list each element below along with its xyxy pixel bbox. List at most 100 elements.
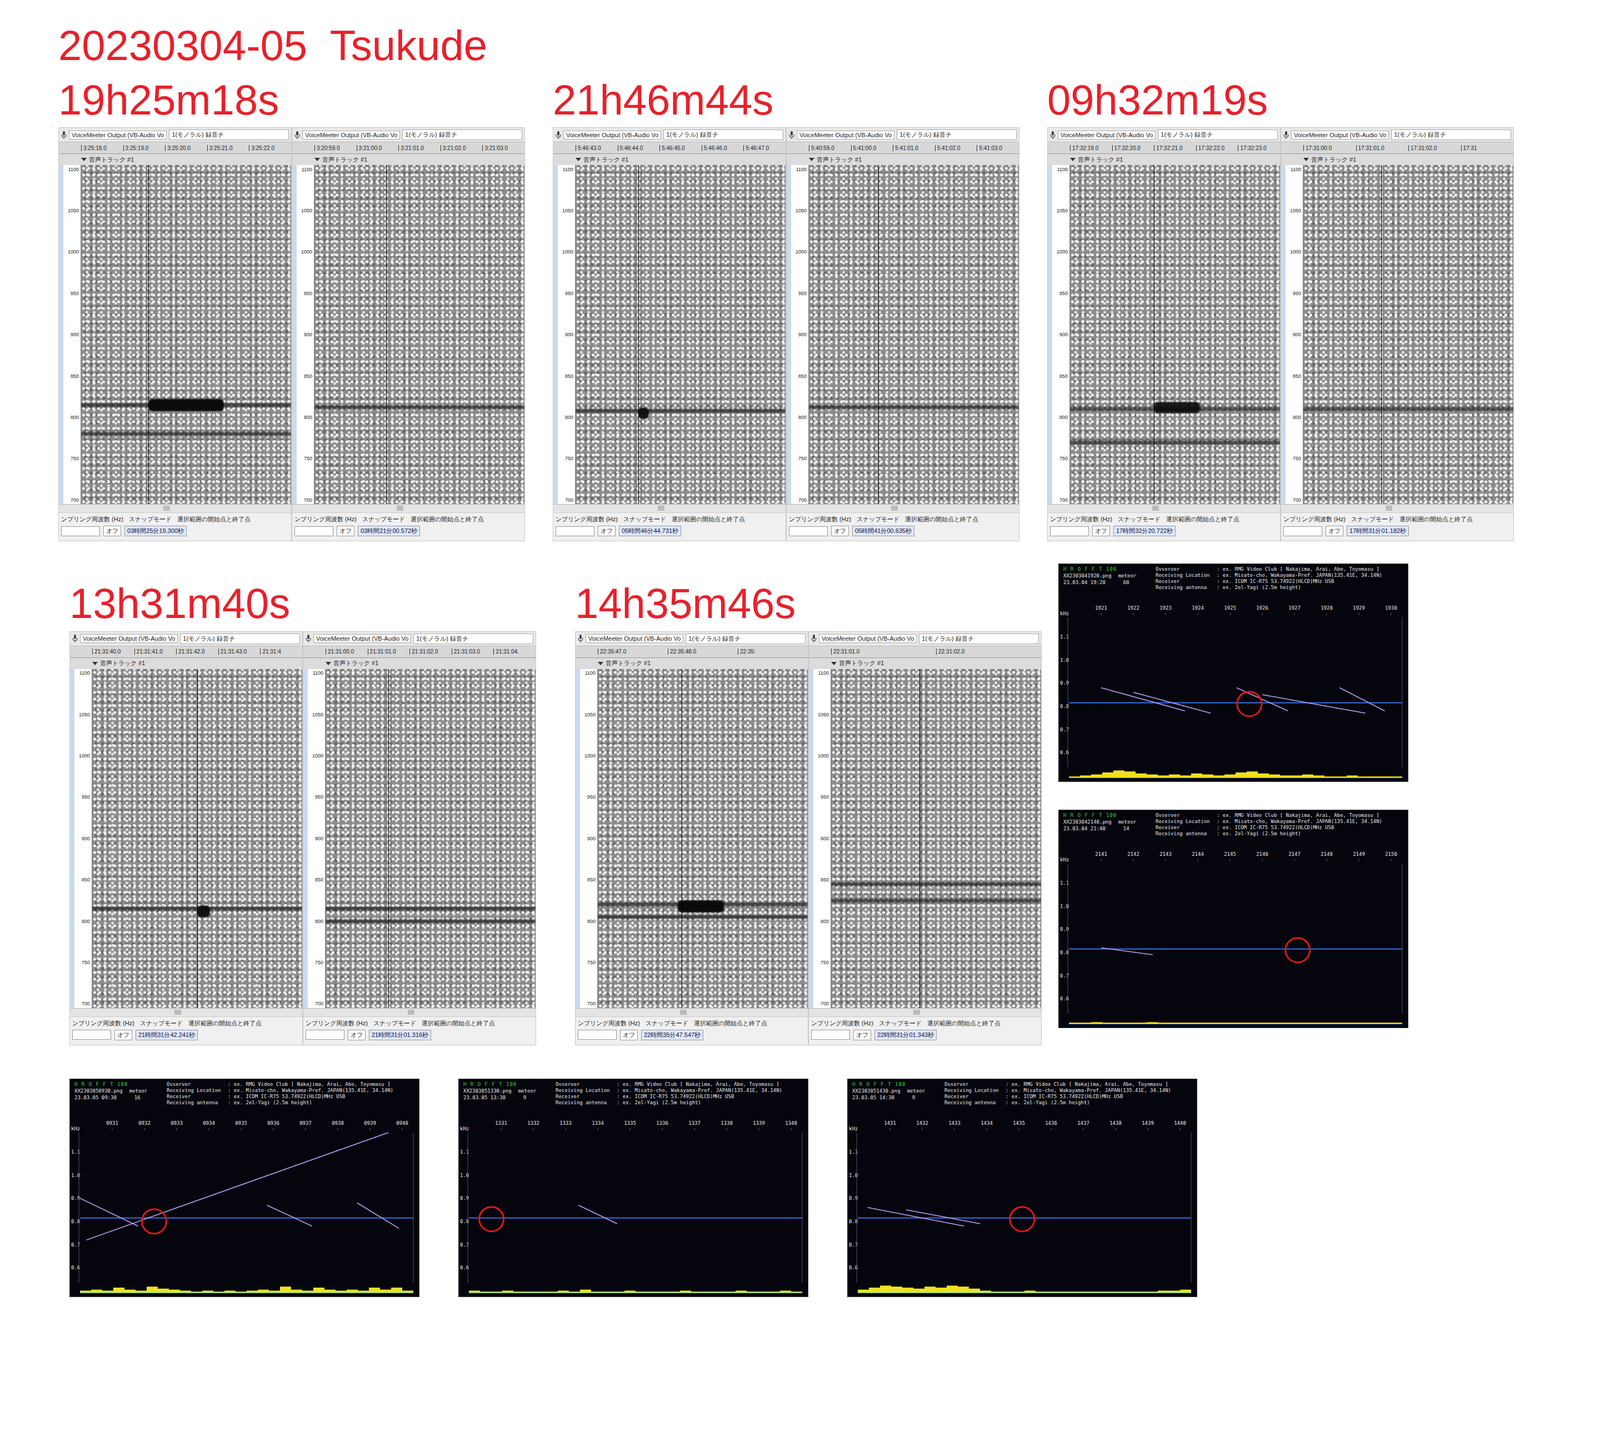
snap-dropdown[interactable]: オフ <box>114 1029 133 1040</box>
collapse-icon[interactable] <box>808 157 815 162</box>
collapse-icon[interactable] <box>314 157 320 162</box>
device-dropdown[interactable]: VoiceMeeter Output (VB-Audio Vo <box>818 633 917 643</box>
collapse-icon[interactable] <box>1070 157 1076 162</box>
selection-start-field[interactable]: 21時間31分42.241秒 <box>135 1029 198 1040</box>
spectrogram[interactable] <box>325 668 536 1008</box>
collapse-icon[interactable] <box>597 661 604 665</box>
spectrogram[interactable] <box>808 165 1019 504</box>
selection-start-field[interactable]: 22時間31分01.343秒 <box>874 1029 937 1040</box>
sample-rate-field[interactable] <box>555 526 595 537</box>
spectrogram[interactable] <box>1070 165 1280 504</box>
snap-dropdown[interactable]: オフ <box>831 525 849 537</box>
channel-dropdown[interactable]: 1(モノラル) 録音チ <box>918 633 1039 644</box>
snap-dropdown[interactable]: オフ <box>853 1029 872 1040</box>
selection-start-field[interactable]: 05時間46分44.731秒 <box>618 525 682 537</box>
axis-tick: 850 <box>565 373 574 379</box>
time-ruler[interactable]: 3:25:18.03:25:19.03:25:20.03:25:21.03:25… <box>58 141 292 154</box>
snap-label: スナップモード <box>1351 515 1394 524</box>
selection-start-field[interactable]: 22時間35分47.547秒 <box>641 1029 704 1040</box>
collapse-icon[interactable] <box>92 661 98 665</box>
sample-rate-field[interactable] <box>811 1029 850 1040</box>
time-ruler[interactable]: 3:20:59.03:21:00.03:21:01.03:21:02.03:21… <box>292 141 525 154</box>
time-ruler[interactable]: 17:31:00.017:31:01.017:31:02.017:31 <box>1281 141 1514 154</box>
sample-rate-field[interactable] <box>788 526 828 537</box>
sample-rate-field[interactable] <box>61 526 100 537</box>
channel-dropdown[interactable]: 1(モノラル) 録音チ <box>180 633 300 644</box>
snap-dropdown[interactable]: オフ <box>347 1029 366 1040</box>
spectrogram[interactable] <box>831 668 1042 1008</box>
play-cursor <box>197 668 198 1008</box>
snap-dropdown[interactable]: オフ <box>597 525 616 537</box>
spectrogram[interactable] <box>1303 165 1514 504</box>
selection-start-field[interactable]: 05時間41分00.635秒 <box>852 525 915 537</box>
selection-start-field[interactable]: 03時間25分19.300秒 <box>124 525 187 537</box>
scrollbar[interactable] <box>292 503 525 513</box>
device-dropdown[interactable]: VoiceMeeter Output (VB-Audio Vo <box>68 130 167 140</box>
scrollbar[interactable] <box>1047 503 1280 513</box>
sample-rate-label: ンプリング周波数 (Hz) <box>788 515 852 524</box>
collapse-icon[interactable] <box>1303 157 1309 162</box>
device-dropdown[interactable]: VoiceMeeter Output (VB-Audio Vo <box>563 130 662 140</box>
time-ruler[interactable]: 22:35:47.022:35:48.022:35: <box>575 645 808 658</box>
carrier-line <box>857 1217 1192 1219</box>
scrollbar[interactable] <box>575 1007 808 1017</box>
scrollbar[interactable] <box>58 503 292 513</box>
device-dropdown[interactable]: VoiceMeeter Output (VB-Audio Vo <box>1291 130 1389 140</box>
selection-start-field[interactable]: 21時間31分01.316秒 <box>368 1029 432 1040</box>
collapse-icon[interactable] <box>325 661 332 665</box>
snap-dropdown[interactable]: オフ <box>103 525 122 537</box>
channel-dropdown[interactable]: 1(モノラル) 録音チ <box>685 633 806 644</box>
device-dropdown[interactable]: VoiceMeeter Output (VB-Audio Vo <box>302 130 400 140</box>
device-dropdown[interactable]: VoiceMeeter Output (VB-Audio Vo <box>796 130 895 140</box>
snap-dropdown[interactable]: オフ <box>1092 525 1110 537</box>
device-dropdown[interactable]: VoiceMeeter Output (VB-Audio Vo <box>1057 130 1156 140</box>
selection-start-field[interactable]: 17時間32分20.722秒 <box>1113 525 1176 537</box>
time-ruler[interactable]: 21:31:00.021:31:01.021:31:02.021:31:03.0… <box>303 645 536 658</box>
snap-dropdown[interactable]: オフ <box>1325 525 1344 537</box>
sample-rate-field[interactable] <box>1283 526 1323 537</box>
collapse-icon[interactable] <box>575 157 582 162</box>
scrollbar[interactable] <box>553 503 786 513</box>
snap-dropdown[interactable]: オフ <box>336 525 355 537</box>
scrollbar[interactable] <box>1281 503 1514 513</box>
channel-dropdown[interactable]: 1(モノラル) 録音チ <box>896 129 1017 140</box>
collapse-icon[interactable] <box>831 661 837 665</box>
selection-start-field[interactable]: 17時間31分01.182秒 <box>1346 525 1409 537</box>
sample-rate-field[interactable] <box>294 526 334 537</box>
spectrogram[interactable] <box>92 668 303 1008</box>
device-dropdown[interactable]: VoiceMeeter Output (VB-Audio Vo <box>585 633 684 643</box>
spectrogram[interactable] <box>597 668 808 1008</box>
time-ruler[interactable]: 21:31:40.021:31:41.021:31:42.021:31:43.0… <box>70 645 303 658</box>
scrollbar[interactable] <box>786 503 1019 513</box>
spectrogram[interactable] <box>81 165 292 504</box>
time-ruler[interactable]: 17:32:19.017:32:20.017:32:21.017:32:22.0… <box>1047 141 1280 154</box>
device-dropdown[interactable]: VoiceMeeter Output (VB-Audio Vo <box>313 633 412 643</box>
sample-rate-field[interactable] <box>577 1029 617 1040</box>
device-dropdown[interactable]: VoiceMeeter Output (VB-Audio Vo <box>80 633 178 643</box>
time-ruler[interactable]: 5:40:59.05:41:00.05:41:01.05:41:02.05:41… <box>786 141 1019 154</box>
device-toolbar: VoiceMeeter Output (VB-Audio Vo 1(モノラル) … <box>303 631 536 646</box>
channel-dropdown[interactable]: 1(モノラル) 録音チ <box>1391 129 1512 140</box>
scrollbar[interactable] <box>70 1007 303 1017</box>
sample-rate-field[interactable] <box>305 1029 345 1040</box>
selection-start-field[interactable]: 03時間21分00.572秒 <box>357 525 420 537</box>
scrollbar[interactable] <box>303 1007 536 1017</box>
track-name: 音声トラック #1 <box>322 155 368 164</box>
time-ruler[interactable]: 22:31:01.022:31:02.0 <box>808 645 1042 658</box>
activity-bar <box>1080 775 1092 778</box>
sample-rate-field[interactable] <box>1050 526 1089 537</box>
axis-tick: 800 <box>315 918 324 924</box>
scrollbar[interactable] <box>808 1007 1042 1017</box>
channel-dropdown[interactable]: 1(モノラル) 録音チ <box>663 129 784 140</box>
channel-dropdown[interactable]: 1(モノラル) 録音チ <box>168 129 289 140</box>
spectrogram[interactable] <box>314 165 525 504</box>
snap-dropdown[interactable]: オフ <box>620 1029 638 1040</box>
time-ruler[interactable]: 5:46:43.05:46:44.05:46:45.05:46:46.05:46… <box>553 141 786 154</box>
channel-dropdown[interactable]: 1(モノラル) 録音チ <box>413 633 534 644</box>
collapse-icon[interactable] <box>81 157 87 162</box>
sample-rate-field[interactable] <box>72 1029 112 1040</box>
header-row: Receiving antenna: ex. 2el-Yagi (2.5m he… <box>944 1099 1172 1105</box>
spectrogram[interactable] <box>575 165 786 504</box>
channel-dropdown[interactable]: 1(モノラル) 録音チ <box>402 129 523 140</box>
channel-dropdown[interactable]: 1(モノラル) 録音チ <box>1157 129 1278 140</box>
